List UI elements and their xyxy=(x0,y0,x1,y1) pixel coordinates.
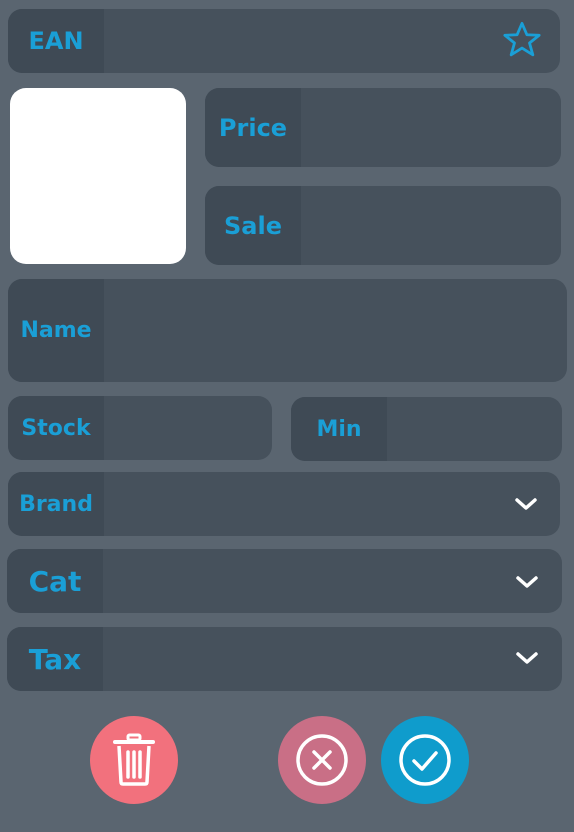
tax-select[interactable]: Tax xyxy=(7,627,562,691)
delete-button[interactable] xyxy=(90,716,178,804)
chevron-down-icon[interactable] xyxy=(512,492,540,516)
sale-label: Sale xyxy=(205,186,301,265)
chevron-down-icon[interactable] xyxy=(513,570,541,594)
sale-input[interactable] xyxy=(301,186,561,265)
sale-field[interactable]: Sale xyxy=(205,186,561,265)
price-label: Price xyxy=(205,88,301,167)
tax-value[interactable] xyxy=(103,627,562,691)
name-field[interactable]: Name xyxy=(8,279,567,382)
cat-select[interactable]: Cat xyxy=(7,549,562,613)
chevron-down-icon[interactable] xyxy=(513,646,541,670)
product-image[interactable] xyxy=(10,88,186,264)
ean-label: EAN xyxy=(8,9,104,73)
stock-field[interactable]: Stock xyxy=(8,396,272,460)
ean-input[interactable] xyxy=(104,9,560,73)
cancel-button[interactable] xyxy=(278,716,366,804)
min-field[interactable]: Min xyxy=(291,397,562,461)
min-label: Min xyxy=(291,397,387,461)
brand-value[interactable] xyxy=(104,472,560,536)
stock-input[interactable] xyxy=(104,396,272,460)
tax-label: Tax xyxy=(7,627,103,691)
min-input[interactable] xyxy=(387,397,562,461)
price-input[interactable] xyxy=(301,88,561,167)
price-field[interactable]: Price xyxy=(205,88,561,167)
confirm-button[interactable] xyxy=(381,716,469,804)
star-icon[interactable] xyxy=(500,18,544,62)
close-circle-icon xyxy=(295,733,349,787)
name-input[interactable] xyxy=(104,279,567,382)
stock-label: Stock xyxy=(8,396,104,460)
ean-field[interactable]: EAN xyxy=(8,9,560,73)
check-circle-icon xyxy=(398,733,452,787)
brand-label: Brand xyxy=(8,472,104,536)
brand-select[interactable]: Brand xyxy=(8,472,560,536)
cat-label: Cat xyxy=(7,549,103,613)
trash-icon xyxy=(111,733,157,787)
name-label: Name xyxy=(8,279,104,382)
cat-value[interactable] xyxy=(103,549,562,613)
